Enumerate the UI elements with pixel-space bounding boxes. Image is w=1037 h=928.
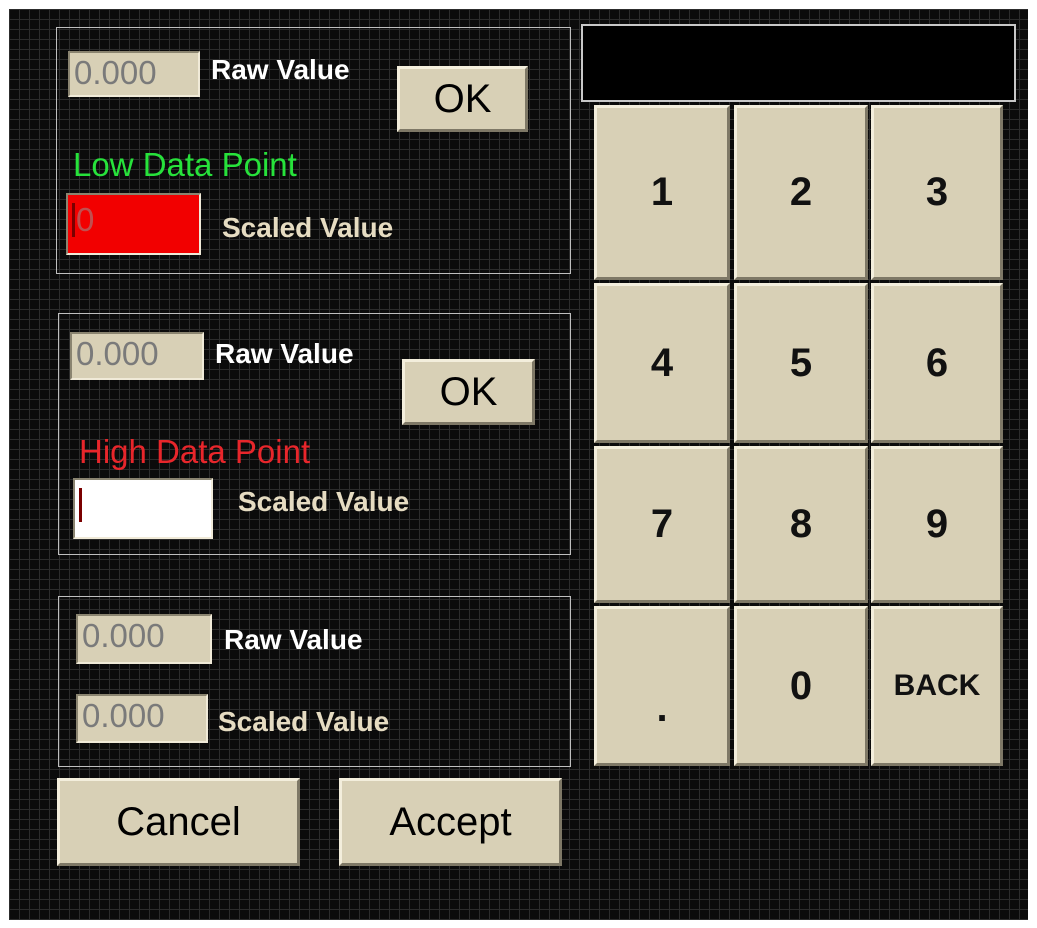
- key-label: 0: [789, 663, 813, 708]
- keypad-display: [581, 24, 1016, 102]
- low-raw-value-text: 0.000: [74, 54, 157, 91]
- key-label: 5: [789, 340, 813, 385]
- key-label: 7: [650, 502, 674, 546]
- key-5[interactable]: 5: [734, 283, 868, 443]
- key-label: 6: [925, 340, 949, 385]
- key-0[interactable]: 0: [734, 606, 868, 766]
- key-4[interactable]: 4: [594, 283, 730, 443]
- high-data-point-title: High Data Point: [79, 433, 311, 470]
- low-data-point-title: Low Data Point: [73, 146, 297, 183]
- low-scaled-value-field[interactable]: 0: [66, 193, 201, 255]
- high-ok-button-label: OK: [439, 369, 498, 414]
- key-label: 1: [650, 170, 674, 214]
- back-key[interactable]: BACK: [871, 606, 1003, 766]
- key-7[interactable]: 7: [594, 446, 730, 603]
- key-2[interactable]: 2: [734, 105, 868, 280]
- current-scaled-value-text: 0.000: [82, 697, 165, 734]
- current-raw-value-field: 0.000: [76, 614, 212, 664]
- key-label: 4: [650, 340, 674, 385]
- high-scaled-value-field[interactable]: [73, 478, 213, 539]
- cancel-button[interactable]: Cancel: [57, 778, 300, 866]
- current-scaled-value-label: Scaled Value: [218, 706, 390, 737]
- low-ok-button-label: OK: [433, 76, 492, 121]
- high-ok-button[interactable]: OK: [402, 359, 535, 425]
- current-raw-value-text: 0.000: [82, 617, 165, 654]
- text-cursor: [79, 488, 82, 522]
- low-raw-value-field[interactable]: 0.000: [68, 51, 200, 97]
- key-label: .: [656, 686, 668, 730]
- accept-button-label: Accept: [389, 799, 512, 844]
- hmi-screen: 0.000 Raw Value OK Low Data Point 0 Scal…: [9, 9, 1028, 920]
- key-8[interactable]: 8: [734, 446, 868, 603]
- key-label: 8: [789, 502, 813, 546]
- key-label: 2: [789, 170, 813, 214]
- key-9[interactable]: 9: [871, 446, 1003, 603]
- key-decimal-point[interactable]: .: [594, 606, 730, 766]
- key-6[interactable]: 6: [871, 283, 1003, 443]
- high-raw-value-text: 0.000: [76, 335, 159, 372]
- low-ok-button[interactable]: OK: [397, 66, 528, 132]
- high-raw-value-label: Raw Value: [215, 338, 354, 369]
- high-raw-value-field[interactable]: 0.000: [70, 332, 204, 380]
- accept-button[interactable]: Accept: [339, 778, 562, 866]
- key-label: 9: [925, 502, 949, 546]
- key-label: 3: [925, 170, 949, 214]
- key-1[interactable]: 1: [594, 105, 730, 280]
- current-raw-value-label: Raw Value: [224, 624, 363, 655]
- cancel-button-label: Cancel: [116, 799, 241, 844]
- current-scaled-value-field: 0.000: [76, 694, 208, 743]
- key-3[interactable]: 3: [871, 105, 1003, 280]
- high-scaled-value-label: Scaled Value: [238, 486, 410, 517]
- key-label: BACK: [893, 669, 981, 702]
- text-cursor: [72, 203, 75, 237]
- low-scaled-value-label: Scaled Value: [222, 212, 394, 243]
- low-scaled-value-text: 0: [76, 201, 95, 238]
- low-raw-value-label: Raw Value: [211, 54, 350, 85]
